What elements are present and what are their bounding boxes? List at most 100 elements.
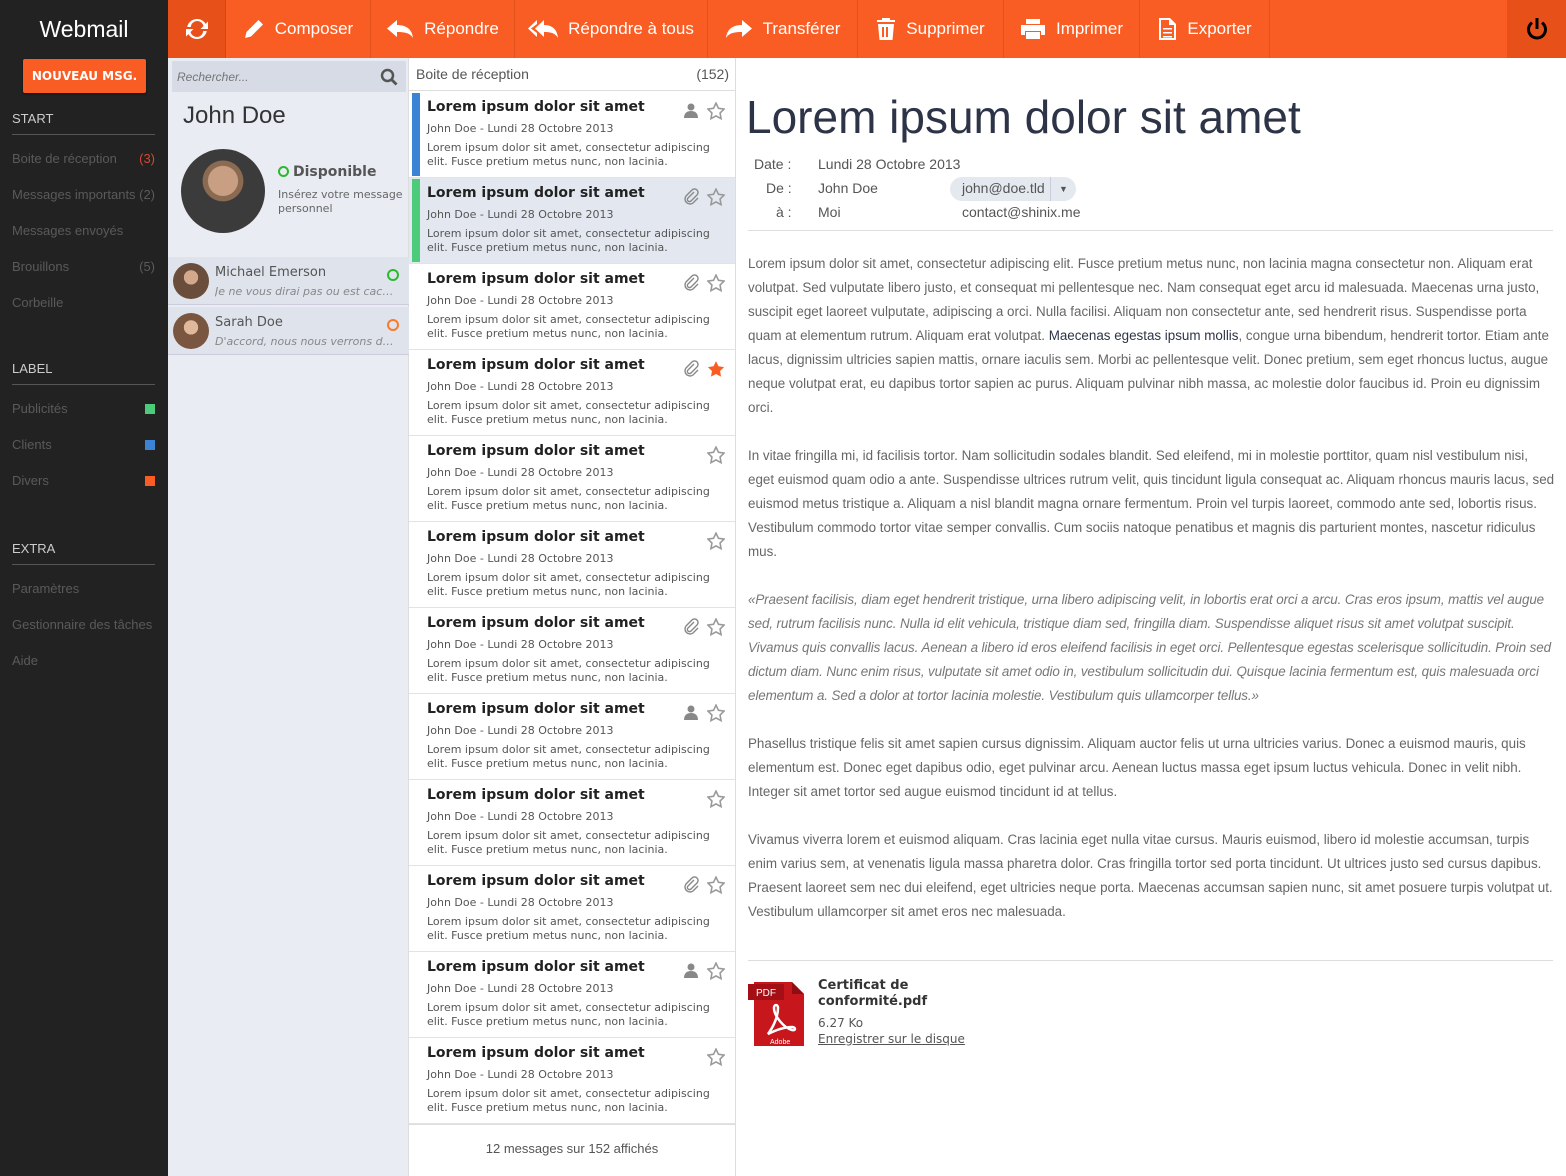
- user-status[interactable]: Disponible: [278, 164, 376, 180]
- star-icon[interactable]: [707, 532, 725, 550]
- refresh-icon: [185, 19, 208, 40]
- section-label: LABEL: [12, 361, 155, 385]
- nav-task-manager[interactable]: Gestionnaire des tâches: [12, 617, 155, 632]
- contact-item[interactable]: Michael Emerson Je ne vous dirai pas ou …: [168, 257, 409, 305]
- nav-help[interactable]: Aide: [12, 653, 155, 668]
- message-subject: Lorem ipsum dolor sit amet: [427, 529, 645, 545]
- message-subject: Lorem ipsum dolor sit amet: [427, 1045, 645, 1061]
- reply-icon: [387, 20, 414, 38]
- compose-button[interactable]: Composer: [226, 0, 371, 58]
- star-icon[interactable]: [707, 876, 725, 894]
- message-row[interactable]: Lorem ipsum dolor sit amet John Doe - Lun…: [409, 1038, 735, 1124]
- contact-excerpt: Je ne vous dirai pas ou est cachée l...: [215, 285, 395, 298]
- message-subject: Lorem ipsum dolor sit amet: [427, 99, 645, 115]
- section-extra: EXTRA: [12, 541, 155, 565]
- nav-count: (2): [139, 187, 155, 202]
- nav-sent[interactable]: Messages envoyés: [12, 223, 155, 238]
- nav-label: Messages envoyés: [12, 223, 124, 238]
- message-subject: Lorem ipsum dolor sit amet: [427, 959, 645, 975]
- star-icon[interactable]: [707, 704, 725, 722]
- message-row[interactable]: Lorem ipsum dolor sit amet John Doe - Lun…: [409, 264, 735, 350]
- from-label: De :: [766, 180, 792, 196]
- star-icon[interactable]: [707, 1048, 725, 1066]
- paperclip-icon: [684, 618, 699, 635]
- contact-item[interactable]: Sarah Doe D'accord, nous nous verrons de…: [168, 307, 409, 355]
- message-preview: Lorem ipsum dolor sit amet, consectetur …: [427, 657, 710, 684]
- star-icon[interactable]: [707, 618, 725, 636]
- from-email-pill[interactable]: john@doe.tld ▼: [950, 177, 1076, 201]
- pdf-file-icon[interactable]: PDF Adobe: [748, 980, 808, 1048]
- attachment-name[interactable]: Certificat de conformité.pdf: [818, 978, 938, 1010]
- attachment-size: 6.27 Ko: [818, 1016, 864, 1030]
- search-input[interactable]: [172, 61, 372, 92]
- label-misc[interactable]: Divers: [12, 473, 155, 488]
- message-preview: Lorem ipsum dolor sit amet, consectetur …: [427, 829, 710, 856]
- away-status-icon: [387, 319, 399, 331]
- body-paragraph: In vitae fringilla mi, id facilisis tort…: [748, 448, 1555, 559]
- person-icon: [684, 705, 698, 720]
- message-row[interactable]: Lorem ipsum dolor sit amet John Doe - Lun…: [409, 436, 735, 522]
- message-row[interactable]: Lorem ipsum dolor sit amet John Doe - Lun…: [409, 694, 735, 780]
- star-icon[interactable]: [707, 102, 725, 120]
- body-link[interactable]: Maecenas egestas ipsum mollis: [1049, 328, 1239, 343]
- nav-inbox[interactable]: Boite de réception (3): [12, 151, 155, 166]
- delete-label: Supprimer: [906, 19, 985, 38]
- contact-excerpt: D'accord, nous nous verrons dema...: [215, 335, 395, 348]
- nav-drafts[interactable]: Brouillons (5): [12, 259, 155, 274]
- contact-name: Michael Emerson: [215, 265, 327, 280]
- message-row[interactable]: Lorem ipsum dolor sit amet John Doe - Lun…: [409, 952, 735, 1038]
- avatar: [173, 313, 209, 349]
- message-preview: Lorem ipsum dolor sit amet, consectetur …: [427, 141, 710, 168]
- logout-button[interactable]: [1507, 0, 1566, 58]
- message-meta: John Doe - Lundi 28 Octobre 2013: [427, 638, 614, 651]
- refresh-button[interactable]: [168, 0, 226, 58]
- message-meta: John Doe - Lundi 28 Octobre 2013: [427, 122, 614, 135]
- message-row[interactable]: Lorem ipsum dolor sit amet John Doe - Lun…: [409, 608, 735, 694]
- header-divider: [748, 230, 1553, 231]
- chevron-down-icon[interactable]: ▼: [1050, 177, 1076, 201]
- star-icon[interactable]: [707, 446, 725, 464]
- star-icon[interactable]: [707, 790, 725, 808]
- reply-all-button[interactable]: Répondre à tous: [515, 0, 708, 58]
- forward-button[interactable]: Transférer: [708, 0, 858, 58]
- message-row[interactable]: Lorem ipsum dolor sit amet John Doe - Lun…: [409, 350, 735, 436]
- star-icon[interactable]: [707, 962, 725, 980]
- reply-label: Répondre: [424, 19, 499, 38]
- attachment-divider: [748, 960, 1553, 961]
- message-subject: Lorem ipsum dolor sit amet: [427, 185, 645, 201]
- message-row[interactable]: Lorem ipsum dolor sit amet John Doe - Lun…: [409, 92, 735, 178]
- personal-message[interactable]: Insérez votre message personnel: [278, 188, 403, 216]
- star-icon[interactable]: [707, 274, 725, 292]
- label-color-swatch: [145, 404, 155, 414]
- message-row[interactable]: Lorem ipsum dolor sit amet John Doe - Lun…: [409, 780, 735, 866]
- label-clients[interactable]: Clients: [12, 437, 155, 452]
- body-paragraph: Phasellus tristique felis sit amet sapie…: [748, 736, 1526, 799]
- new-message-button[interactable]: NOUVEAU MSG.: [23, 59, 146, 93]
- contacts-panel: John Doe Disponible Insérez votre messag…: [168, 58, 409, 1176]
- nav-settings[interactable]: Paramètres: [12, 581, 155, 596]
- label-ads[interactable]: Publicités: [12, 401, 155, 416]
- save-attachment-link[interactable]: Enregistrer sur le disque: [818, 1032, 965, 1046]
- reply-button[interactable]: Répondre: [371, 0, 515, 58]
- list-footer: 12 messages sur 152 affichés: [409, 1124, 735, 1176]
- user-avatar: [181, 149, 265, 233]
- print-button[interactable]: Imprimer: [1004, 0, 1140, 58]
- message-row[interactable]: Lorem ipsum dolor sit amet John Doe - Lun…: [409, 522, 735, 608]
- message-subject: Lorem ipsum dolor sit amet: [427, 357, 645, 373]
- search-icon[interactable]: [380, 68, 398, 86]
- nav-trash[interactable]: Corbeille: [12, 295, 155, 310]
- trash-icon: [877, 18, 896, 40]
- person-icon: [684, 103, 698, 118]
- folder-title: Boite de réception: [416, 66, 529, 82]
- avatar: [173, 263, 209, 299]
- message-row[interactable]: Lorem ipsum dolor sit amet John Doe - Lun…: [409, 866, 735, 952]
- star-icon[interactable]: [707, 188, 725, 206]
- message-list: Boite de réception (152) Lorem ipsum dol…: [409, 58, 736, 1176]
- delete-button[interactable]: Supprimer: [858, 0, 1004, 58]
- nav-important[interactable]: Messages importants (2): [12, 187, 155, 202]
- message-title: Lorem ipsum dolor sit amet: [746, 91, 1301, 143]
- paperclip-icon: [684, 876, 699, 893]
- star-icon[interactable]: [707, 360, 725, 378]
- message-row[interactable]: Lorem ipsum dolor sit amet John Doe - Lun…: [409, 178, 735, 264]
- export-button[interactable]: Exporter: [1140, 0, 1270, 58]
